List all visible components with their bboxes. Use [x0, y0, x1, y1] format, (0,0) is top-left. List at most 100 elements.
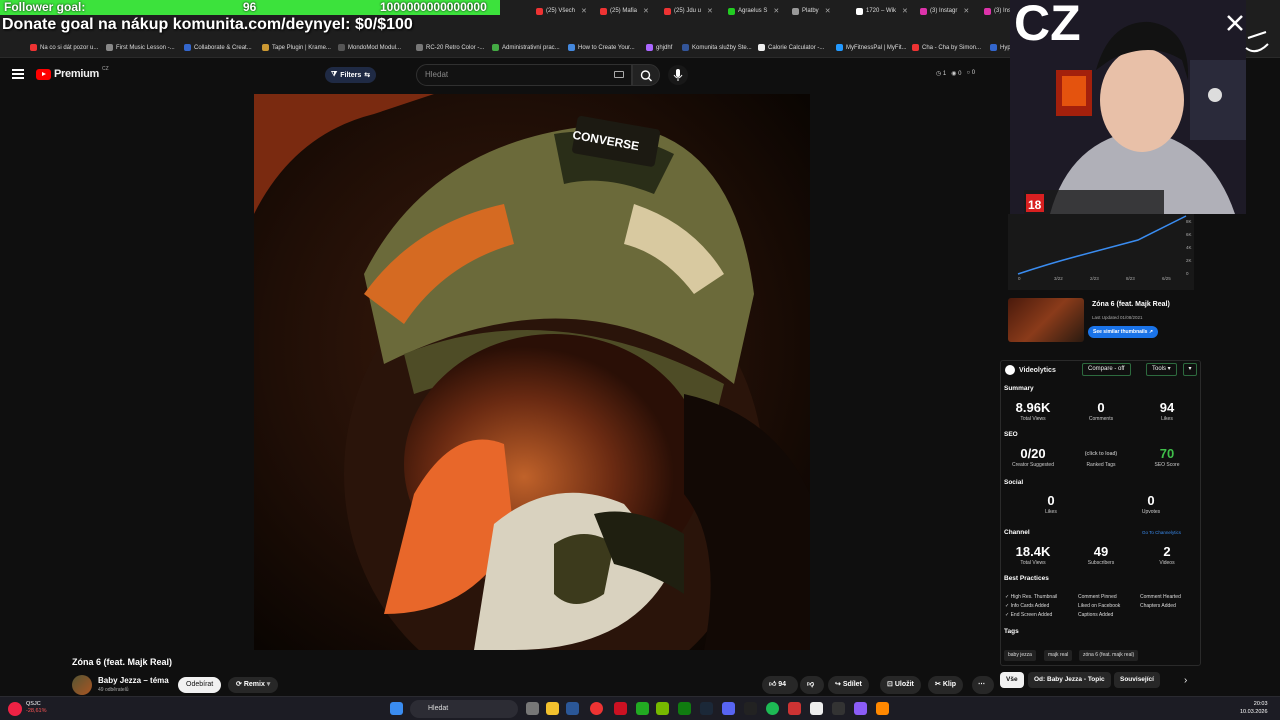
browser-tab[interactable]: (3) Instagr ✕	[920, 4, 969, 18]
xbox-icon[interactable]	[678, 702, 691, 715]
chip-from-channel[interactable]: Od: Baby Jezza - Topic	[1028, 672, 1111, 688]
channel-avatar[interactable]	[72, 675, 92, 695]
bookmark-item[interactable]: Komunita služby Ste...	[682, 44, 752, 51]
best-practice-item: ✓ Info Cards Added	[1005, 603, 1050, 609]
close-tab-icon[interactable]: ✕	[707, 7, 713, 15]
task-view-icon[interactable]	[526, 702, 539, 715]
app-icon[interactable]	[566, 702, 579, 715]
chevron-down-icon[interactable]: ▾	[1183, 363, 1197, 376]
taskbar-search[interactable]: Hledat	[410, 700, 518, 718]
bookmark-item[interactable]: How to Create Your...	[568, 44, 635, 51]
chevron-right-icon[interactable]: ›	[1184, 675, 1187, 686]
menu-icon[interactable]	[12, 69, 24, 79]
like-button[interactable]: 👍︎ 94	[762, 676, 798, 694]
seo-creator-suggested: 0/20 Creator Suggested	[1012, 446, 1054, 468]
obs-icon[interactable]	[832, 702, 845, 715]
seo-ranked-tags[interactable]: (click to load) Ranked Tags	[1071, 446, 1131, 468]
app-icon[interactable]	[614, 702, 627, 715]
close-tab-icon[interactable]: ✕	[963, 7, 969, 15]
tools-dropdown[interactable]: Tools ▾	[1146, 363, 1177, 376]
bookmark-item[interactable]: First Music Lesson -...	[106, 44, 175, 51]
close-tab-icon[interactable]: ✕	[825, 7, 831, 15]
donate-goal-text: Donate goal na nákup komunita.com/deynye…	[2, 16, 413, 33]
unsubscribe-button[interactable]: Odebírat	[178, 677, 222, 693]
app-icon[interactable]	[788, 702, 801, 715]
dislike-button[interactable]: 👎︎	[800, 676, 824, 694]
app-icon[interactable]	[636, 702, 649, 715]
bookmark-item[interactable]: RC-20 Retro Color -...	[416, 44, 484, 51]
bookmark-favicon-icon	[990, 44, 997, 51]
bookmark-item[interactable]: Tape Plugin | Krame...	[262, 44, 331, 51]
seo-title: SEO	[1004, 431, 1018, 438]
more-actions-button[interactable]: ⋯	[972, 676, 994, 694]
svg-text:3/22: 3/22	[1054, 276, 1063, 281]
share-button[interactable]: ↪ Sdílet	[828, 676, 869, 694]
browser-tab[interactable]: Agraelus S ✕	[728, 4, 779, 18]
bookmark-item[interactable]: Hyp	[990, 44, 1011, 51]
filters-button[interactable]: ⧩ Filters ⇆	[325, 67, 377, 83]
app-icon[interactable]	[854, 702, 867, 715]
microphone-icon	[673, 69, 683, 81]
close-tab-icon[interactable]: ✕	[773, 7, 779, 15]
spotify-icon[interactable]	[766, 702, 779, 715]
svg-text:8K: 8K	[1186, 219, 1192, 224]
best-practice-item: ✓ End Screen Added	[1005, 612, 1053, 618]
app-icon[interactable]	[876, 702, 889, 715]
search-input[interactable]: Hledat	[416, 64, 632, 86]
go-to-channelytics-link[interactable]: Go To Channelytics	[1142, 530, 1181, 535]
share-icon: ↪	[835, 681, 841, 688]
chip-all[interactable]: Vše	[1000, 672, 1024, 688]
close-tab-icon[interactable]: ✕	[643, 7, 649, 15]
browser-tab[interactable]: (3) Ins	[984, 4, 1011, 18]
channel-name[interactable]: Baby Jezza – téma	[98, 676, 169, 685]
stock-icon	[8, 702, 22, 716]
clip-button[interactable]: ✂ Klip	[928, 676, 964, 694]
bookmark-item[interactable]: Na co si dát pozor u...	[30, 44, 98, 51]
save-button[interactable]: ⊡ Uložit	[880, 676, 921, 694]
close-tab-icon[interactable]: ✕	[581, 7, 587, 15]
voice-search-button[interactable]	[668, 65, 688, 85]
keyboard-icon[interactable]	[614, 71, 624, 78]
chip-related[interactable]: Související	[1114, 672, 1160, 688]
compare-button[interactable]: Compare - off	[1082, 363, 1131, 376]
browser-tab[interactable]: 1720 – Wik ✕	[856, 4, 908, 18]
clock[interactable]: 20:03 10.03.2026	[1240, 700, 1268, 716]
steam-icon[interactable]	[700, 702, 713, 715]
browser-tab[interactable]: Platby ✕	[792, 4, 831, 18]
app-icon[interactable]	[744, 702, 757, 715]
remix-button[interactable]: ⟳ Remix ▾	[228, 677, 279, 693]
search-button[interactable]	[632, 64, 660, 86]
see-similar-thumbnails-button[interactable]: See similar thumbnails ↗	[1088, 326, 1159, 338]
file-explorer-icon[interactable]	[546, 702, 559, 715]
video-player[interactable]: CONVERSE	[254, 94, 810, 650]
discord-icon[interactable]	[722, 702, 735, 715]
windows-start-icon[interactable]	[390, 702, 403, 715]
tag-chip[interactable]: baby jezza	[1004, 650, 1036, 661]
browser-tab[interactable]: (25) Mafia ✕	[600, 4, 649, 18]
bookmark-item[interactable]: Cha - Cha by Simon...	[912, 44, 981, 51]
browser-tab[interactable]: (25) Jdu u ✕	[664, 4, 713, 18]
bookmark-item[interactable]: MyFitnessPal | MyFit...	[836, 44, 907, 51]
steam-favicon-icon	[682, 44, 689, 51]
bookmark-favicon-icon	[338, 44, 345, 51]
thumbs-up-icon: 👍︎	[769, 681, 777, 688]
youtube-logo[interactable]: Premium CZ	[36, 66, 109, 80]
tag-chip[interactable]: majk real	[1044, 650, 1073, 661]
chrome-icon[interactable]	[590, 702, 603, 715]
nvidia-icon[interactable]	[656, 702, 669, 715]
close-tab-icon[interactable]: ✕	[902, 7, 908, 15]
video-thumbnail[interactable]	[1008, 298, 1084, 342]
youtube-favicon-icon	[664, 7, 671, 15]
follower-goal-bar: Follower goal: 96 1000000000000000	[0, 0, 500, 15]
bookmark-icon: ⊡	[887, 681, 893, 688]
bookmark-item[interactable]: Collaborate & Creat...	[184, 44, 252, 51]
views-graph-card: 8K 6K 4K 2K 0 0 3/22 2/23 8/23 6/25	[1008, 214, 1194, 290]
browser-tab[interactable]: (25) Všech ✕	[536, 4, 587, 18]
bookmark-item[interactable]: ghjdhf	[646, 44, 672, 51]
stock-widget[interactable]: QSJC -28,61%	[26, 701, 47, 715]
bookmark-item[interactable]: Administrativní prac...	[492, 44, 560, 51]
app-icon[interactable]	[810, 702, 823, 715]
tag-chip[interactable]: zóna 6 (feat. majk real)	[1079, 650, 1139, 661]
bookmark-item[interactable]: Calorie Calculator -...	[758, 44, 824, 51]
bookmark-item[interactable]: MondoMod Modul...	[338, 44, 401, 51]
